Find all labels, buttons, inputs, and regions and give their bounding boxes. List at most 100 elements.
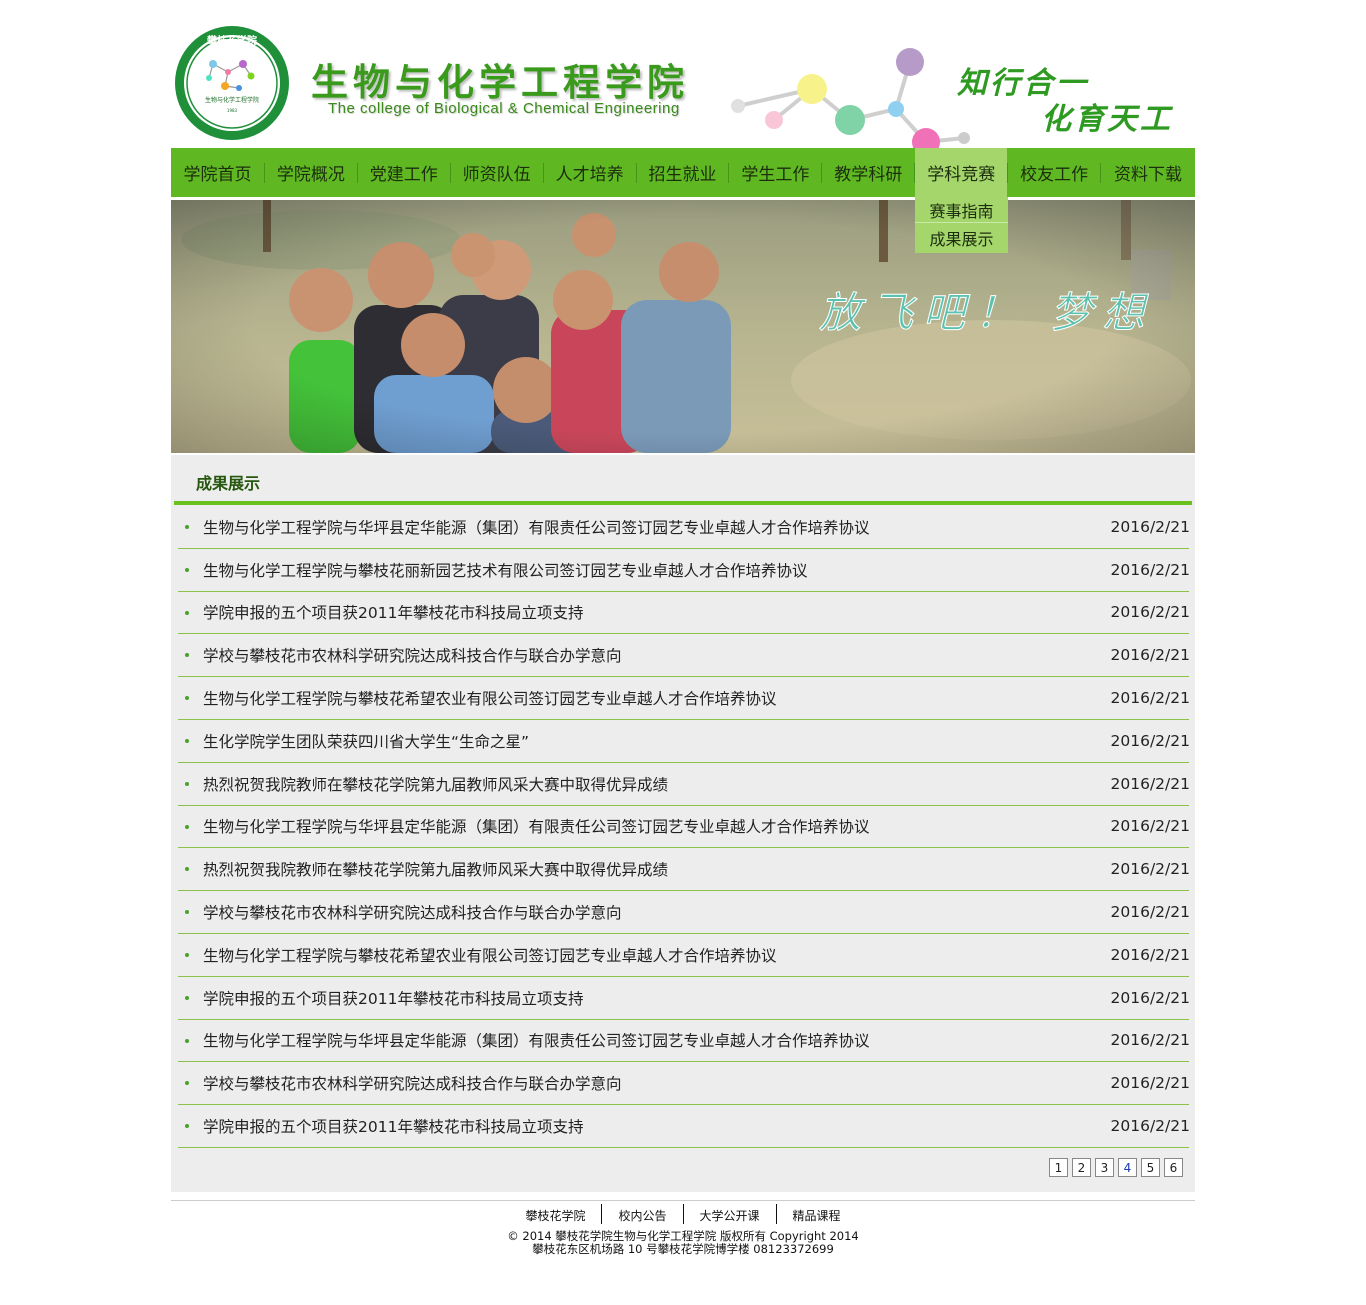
- article-date: 2016/2/21: [1110, 731, 1190, 750]
- site-header: 攀枝花学院 生物与化学工程学院 1983 PanZhiHua Universit…: [171, 0, 1195, 148]
- article-date: 2016/2/21: [1110, 903, 1190, 922]
- section-title: 成果展示: [196, 474, 261, 493]
- bullet-icon: [185, 781, 189, 786]
- list-item[interactable]: 学校与攀枝花市农林科学研究院达成科技合作与联合办学意向 2016/2/21: [178, 891, 1190, 934]
- nav-item-about[interactable]: 学院概况: [265, 148, 357, 197]
- article-date: 2016/2/21: [1110, 817, 1190, 836]
- bullet-icon: [185, 525, 189, 529]
- bullet-icon: [185, 910, 189, 915]
- bullet-icon: [185, 1081, 189, 1086]
- article-date: 2016/2/21: [1110, 1031, 1190, 1050]
- list-item[interactable]: 学校与攀枝花市农林科学研究院达成科技合作与联合办学意向 2016/2/21: [178, 634, 1190, 678]
- bullet-icon: [185, 610, 189, 615]
- footer-link-notices[interactable]: 校内公告: [602, 1204, 682, 1226]
- nav-item-alumni[interactable]: 校友工作: [1008, 148, 1100, 197]
- footer-link-open-courses[interactable]: 大学公开课: [684, 1204, 776, 1226]
- footer-link-university[interactable]: 攀枝花学院: [509, 1204, 601, 1226]
- university-logo[interactable]: 攀枝花学院 生物与化学工程学院 1983 PanZhiHua Universit…: [173, 24, 291, 142]
- list-item[interactable]: 生物与化学工程学院与攀枝花丽新园艺技术有限公司签订园艺专业卓越人才合作培养协议 2…: [178, 549, 1190, 592]
- article-date: 2016/2/21: [1110, 1074, 1190, 1093]
- nav-item-research[interactable]: 教学科研: [822, 148, 914, 197]
- article-title[interactable]: 生物与化学工程学院与华坪县定华能源（集团）有限责任公司签订园艺专业卓越人才合作培…: [203, 1029, 870, 1051]
- article-date: 2016/2/21: [1110, 689, 1190, 708]
- list-item[interactable]: 生物与化学工程学院与华坪县定华能源（集团）有限责任公司签订园艺专业卓越人才合作培…: [178, 506, 1190, 549]
- dropdown-item-guide[interactable]: 赛事指南: [915, 197, 1008, 223]
- list-item[interactable]: 学院申报的五个项目获2011年攀枝花市科技局立项支持 2016/2/21: [178, 592, 1190, 635]
- article-title[interactable]: 热烈祝贺我院教师在攀枝花学院第九届教师风采大赛中取得优异成绩: [203, 773, 668, 795]
- article-date: 2016/2/21: [1110, 517, 1190, 536]
- list-item[interactable]: 热烈祝贺我院教师在攀枝花学院第九届教师风采大赛中取得优异成绩 2016/2/21: [178, 763, 1190, 806]
- article-title[interactable]: 学院申报的五个项目获2011年攀枝花市科技局立项支持: [203, 987, 583, 1009]
- list-item[interactable]: 学校与攀枝花市农林科学研究院达成科技合作与联合办学意向 2016/2/21: [178, 1062, 1190, 1106]
- dropdown-item-results[interactable]: 成果展示: [915, 223, 1008, 253]
- nav-item-students[interactable]: 学生工作: [729, 148, 821, 197]
- list-item[interactable]: 生物与化学工程学院与华坪县定华能源（集团）有限责任公司签订园艺专业卓越人才合作培…: [178, 1020, 1190, 1063]
- address-text: 攀枝花东区机场路 10 号攀枝花学院博学楼 08123372699: [532, 1242, 834, 1256]
- footer-copyright: © 2014 攀枝花学院生物与化学工程学院 版权所有 Copyright 201…: [171, 1230, 1195, 1256]
- article-date: 2016/2/21: [1110, 560, 1190, 579]
- article-title[interactable]: 学校与攀枝花市农林科学研究院达成科技合作与联合办学意向: [203, 1072, 622, 1094]
- article-date: 2016/2/21: [1110, 988, 1190, 1007]
- article-title[interactable]: 学校与攀枝花市农林科学研究院达成科技合作与联合办学意向: [203, 901, 622, 923]
- article-title[interactable]: 生物与化学工程学院与华坪县定华能源（集团）有限责任公司签订园艺专业卓越人才合作培…: [203, 815, 870, 837]
- article-date: 2016/2/21: [1110, 860, 1190, 879]
- article-title[interactable]: 生物与化学工程学院与攀枝花丽新园艺技术有限公司签订园艺专业卓越人才合作培养协议: [203, 559, 808, 581]
- section-title-underline: [174, 501, 1192, 505]
- article-title[interactable]: 生化学院学生团队荣获四川省大学生“生命之星”: [203, 730, 529, 752]
- article-title[interactable]: 生物与化学工程学院与华坪县定华能源（集团）有限责任公司签订园艺专业卓越人才合作培…: [203, 516, 870, 538]
- nav-item-home[interactable]: 学院首页: [171, 148, 264, 197]
- list-item[interactable]: 学院申报的五个项目获2011年攀枝花市科技局立项支持 2016/2/21: [178, 1105, 1190, 1148]
- molecule-decoration: [731, 48, 970, 148]
- page-button-6[interactable]: 6: [1164, 1158, 1183, 1177]
- college-title-cn: 生物与化学工程学院: [311, 60, 689, 104]
- bullet-icon: [185, 867, 189, 872]
- list-item[interactable]: 生化学院学生团队荣获四川省大学生“生命之星” 2016/2/21: [178, 720, 1190, 763]
- bullet-icon: [185, 1038, 189, 1043]
- footer-link-quality-courses[interactable]: 精品课程: [777, 1204, 857, 1226]
- main-nav: 学院首页 学院概况 党建工作 师资队伍 人才培养 招生就业 学生工作 教学科研 …: [171, 148, 1195, 197]
- article-title[interactable]: 生物与化学工程学院与攀枝花希望农业有限公司签订园艺专业卓越人才合作培养协议: [203, 687, 777, 709]
- logo-inner-text: 生物与化学工程学院: [205, 96, 259, 104]
- nav-item-admission[interactable]: 招生就业: [637, 148, 729, 197]
- bullet-icon: [185, 952, 189, 957]
- nav-item-downloads[interactable]: 资料下载: [1101, 148, 1195, 197]
- article-date: 2016/2/21: [1110, 1117, 1190, 1136]
- article-date: 2016/2/21: [1110, 945, 1190, 964]
- competition-dropdown: 赛事指南 成果展示: [915, 197, 1008, 253]
- article-title[interactable]: 学院申报的五个项目获2011年攀枝花市科技局立项支持: [203, 601, 583, 623]
- page-button-4[interactable]: 4: [1118, 1158, 1137, 1177]
- nav-item-party[interactable]: 党建工作: [358, 148, 450, 197]
- nav-item-faculty[interactable]: 师资队伍: [451, 148, 543, 197]
- article-title[interactable]: 生物与化学工程学院与攀枝花希望农业有限公司签订园艺专业卓越人才合作培养协议: [203, 944, 777, 966]
- bullet-icon: [185, 995, 189, 1000]
- bullet-icon: [185, 824, 189, 829]
- article-title[interactable]: 学院申报的五个项目获2011年攀枝花市科技局立项支持: [203, 1115, 583, 1137]
- article-date: 2016/2/21: [1110, 646, 1190, 665]
- page-button-1[interactable]: 1: [1049, 1158, 1068, 1177]
- list-item[interactable]: 生物与化学工程学院与华坪县定华能源（集团）有限责任公司签订园艺专业卓越人才合作培…: [178, 806, 1190, 849]
- nav-item-training[interactable]: 人才培养: [544, 148, 636, 197]
- article-date: 2016/2/21: [1110, 774, 1190, 793]
- nav-item-competition[interactable]: 学科竞赛: [915, 148, 1008, 197]
- banner-slogan: 放飞吧！ 梦想: [819, 288, 1154, 337]
- bullet-icon: [185, 696, 189, 701]
- college-title-en: The college of Biological & Chemical Eng…: [328, 100, 680, 117]
- list-item[interactable]: 热烈祝贺我院教师在攀枝花学院第九届教师风采大赛中取得优异成绩 2016/2/21: [178, 848, 1190, 892]
- bullet-icon: [185, 653, 189, 658]
- page-button-2[interactable]: 2: [1072, 1158, 1091, 1177]
- logo-top-text: 攀枝花学院: [206, 34, 257, 47]
- article-title[interactable]: 学校与攀枝花市农林科学研究院达成科技合作与联合办学意向: [203, 644, 622, 666]
- banner-photo: 放飞吧！ 梦想: [171, 200, 1195, 453]
- page-button-5[interactable]: 5: [1141, 1158, 1160, 1177]
- footer-links: 攀枝花学院 校内公告 大学公开课 精品课程: [171, 1204, 1195, 1226]
- list-item[interactable]: 生物与化学工程学院与攀枝花希望农业有限公司签订园艺专业卓越人才合作培养协议 201…: [178, 934, 1190, 977]
- pagination: 1 2 3 4 5 6: [1049, 1158, 1183, 1177]
- list-item[interactable]: 生物与化学工程学院与攀枝花希望农业有限公司签订园艺专业卓越人才合作培养协议 201…: [178, 677, 1190, 720]
- article-title[interactable]: 热烈祝贺我院教师在攀枝花学院第九届教师风采大赛中取得优异成绩: [203, 858, 668, 880]
- list-item[interactable]: 学院申报的五个项目获2011年攀枝花市科技局立项支持 2016/2/21: [178, 977, 1190, 1020]
- page-wrapper: 攀枝花学院 生物与化学工程学院 1983 PanZhiHua Universit…: [171, 0, 1195, 1256]
- footer-divider: [171, 1200, 1195, 1201]
- page-button-3[interactable]: 3: [1095, 1158, 1114, 1177]
- motto-line-2: 化育天工: [1041, 102, 1173, 137]
- bullet-icon: [185, 567, 189, 572]
